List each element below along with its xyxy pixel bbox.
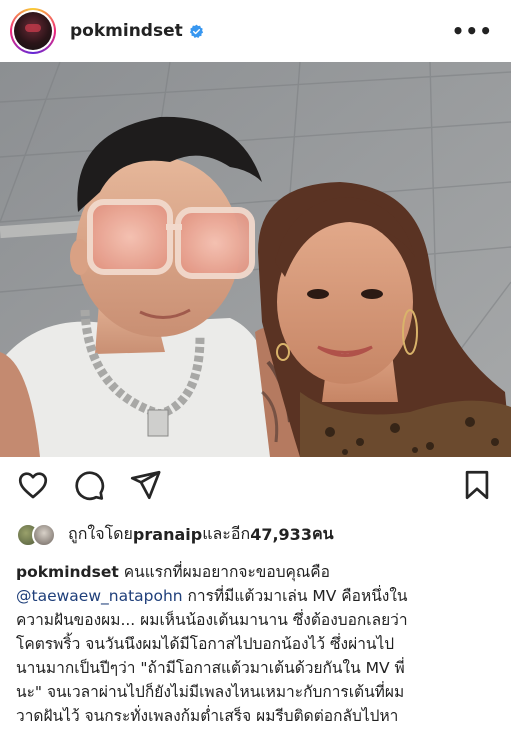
caption-text: ความฝันของผม... ผมเห็นน้องเต้นมานาน ซึ่ง… (16, 611, 408, 629)
likes-prefix: ถูกใจโดย (68, 524, 133, 543)
caption-author[interactable]: pokmindset (16, 563, 119, 581)
caption-text: โคตรพริ้ว จนวันนึงผมได้มีโอกาสไปบอกน้องไ… (16, 635, 395, 653)
liker-avatar (32, 522, 56, 547)
selfie-photo (0, 62, 511, 457)
post-photo[interactable] (0, 62, 511, 457)
story-ring[interactable] (10, 8, 56, 54)
caption-text: นานมากเป็นปีๆว่า "ถ้ามีโอกาสแต้วมาเต้นด้… (16, 659, 405, 677)
bookmark-icon[interactable] (460, 468, 494, 502)
likes-summary[interactable]: ถูกใจโดย pranaip และอีก 47,933 คน (16, 522, 334, 547)
more-options-icon[interactable]: ••• (452, 19, 501, 43)
caption-mention[interactable]: @taewaew_natapohn (16, 587, 183, 605)
caption-line: pokmindset คนแรกที่ผมอยากจะขอบคุณคือ (16, 560, 502, 584)
action-bar (0, 466, 511, 506)
post-header: pokmindset ••• (0, 0, 511, 62)
send-icon[interactable] (128, 468, 162, 502)
caption-line: @taewaew_natapohn การที่มีแต้วมาเล่น MV … (16, 584, 502, 608)
verified-badge-icon (189, 24, 203, 38)
liker-avatars (16, 522, 60, 547)
avatar[interactable] (14, 12, 52, 50)
likes-middle: และอีก (202, 524, 251, 543)
liker-username[interactable]: pranaip (133, 525, 202, 544)
caption-text: การที่มีแต้วมาเล่น MV คือหนึ่งใน (182, 587, 408, 605)
post-caption: pokmindset คนแรกที่ผมอยากจะขอบคุณคือ @ta… (16, 560, 502, 728)
caption-text: วาดฝันไว้ จนกระทั่งเพลงก้มต่ำเสร็จ ผมรีบ… (16, 707, 399, 725)
comment-icon[interactable] (72, 468, 106, 502)
caption-text: คนแรกที่ผมอยากจะขอบคุณคือ (118, 563, 330, 581)
likes-suffix: คน (311, 524, 334, 543)
caption-text: นะ" จนเวลาผ่านไปก็ยังไม่มีเพลงไหนเหมาะกั… (16, 683, 405, 701)
likes-count[interactable]: 47,933 (250, 525, 312, 544)
username[interactable]: pokmindset (70, 21, 183, 41)
heart-icon[interactable] (16, 468, 50, 502)
